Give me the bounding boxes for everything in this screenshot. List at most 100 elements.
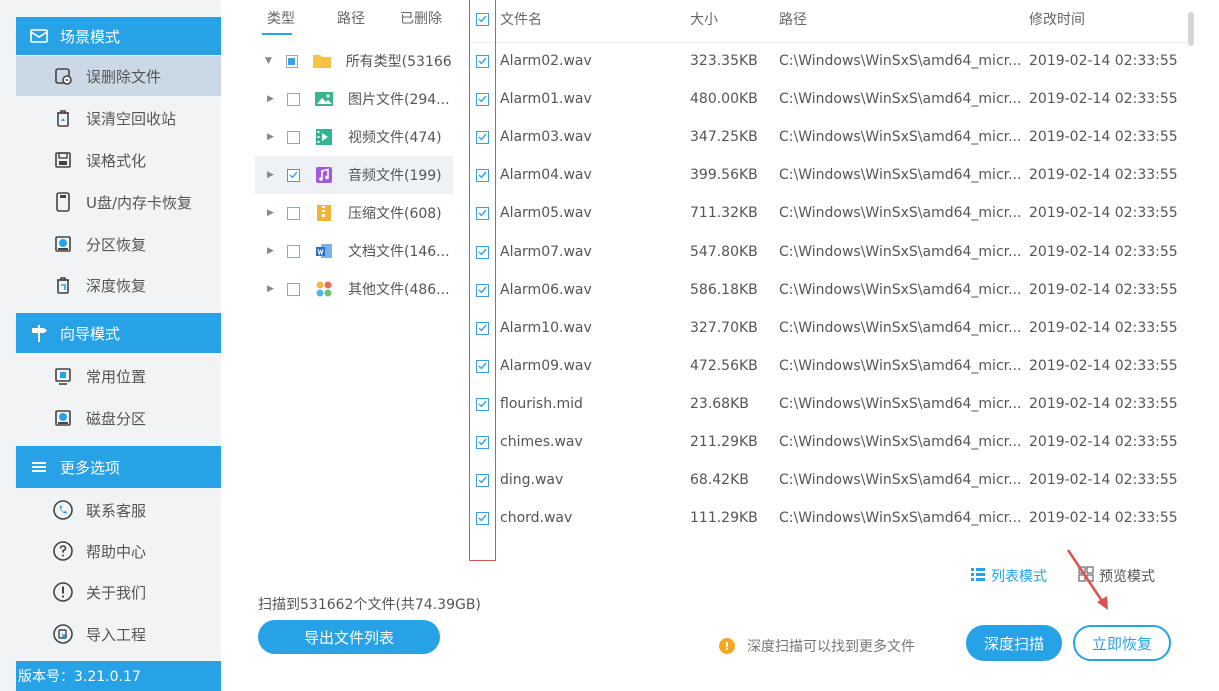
sidebar-item-deep-recovery[interactable]: 深度恢复 bbox=[16, 265, 221, 305]
file-modified: 2019-02-14 02:33:55 bbox=[1029, 510, 1178, 526]
column-header-path[interactable]: 路径 bbox=[779, 8, 807, 30]
sidebar-item-import-project[interactable]: 导入工程 bbox=[16, 614, 221, 654]
file-path: C:\Windows\WinSxS\amd64_micr... bbox=[779, 205, 1022, 221]
expand-arrow-icon[interactable]: ▶ bbox=[267, 94, 279, 104]
sidebar-item-label: U盘/内存卡恢复 bbox=[86, 193, 193, 212]
menu-icon bbox=[28, 456, 50, 478]
expand-arrow-icon[interactable]: ▶ bbox=[267, 132, 279, 142]
table-row[interactable]: Alarm07.wav 547.80KB C:\Windows\WinSxS\amd… bbox=[470, 233, 1180, 271]
section-header-guide-mode[interactable]: 向导模式 bbox=[16, 313, 221, 353]
expand-arrow-icon[interactable]: ▶ bbox=[267, 170, 279, 180]
file-size: 711.32KB bbox=[690, 205, 758, 221]
file-size: 111.29KB bbox=[690, 510, 758, 526]
file-path: C:\Windows\WinSxS\amd64_micr... bbox=[779, 358, 1022, 374]
sidebar-item-help-center[interactable]: 帮助中心 bbox=[16, 531, 221, 571]
recover-now-button[interactable]: 立即恢复 bbox=[1073, 625, 1171, 661]
sidebar-item-disk-partition[interactable]: 磁盘分区 bbox=[16, 398, 221, 438]
table-row[interactable]: Alarm02.wav 323.35KB C:\Windows\WinSxS\amd… bbox=[470, 42, 1180, 80]
table-row[interactable]: flourish.mid 23.68KB C:\Windows\WinSxS\amd… bbox=[470, 385, 1180, 423]
tree-item-documents[interactable]: ▶ 文档文件(146... bbox=[255, 232, 453, 270]
column-header-modified[interactable]: 修改时间 bbox=[1029, 8, 1085, 30]
sidebar-item-label: 联系客服 bbox=[86, 501, 147, 520]
tree-item-other[interactable]: ▶ 其他文件(486... bbox=[255, 270, 453, 308]
table-row[interactable]: Alarm06.wav 586.18KB C:\Windows\WinSxS\amd… bbox=[470, 271, 1180, 309]
sidebar-item-contact-support[interactable]: 联系客服 bbox=[16, 490, 221, 530]
file-path: C:\Windows\WinSxS\amd64_micr... bbox=[779, 434, 1022, 450]
section-title: 向导模式 bbox=[60, 324, 121, 343]
file-path: C:\Windows\WinSxS\amd64_micr... bbox=[779, 91, 1022, 107]
deleted-file-icon bbox=[52, 65, 74, 87]
sidebar-item-label: 分区恢复 bbox=[86, 235, 147, 254]
table-row[interactable]: Alarm05.wav 711.32KB C:\Windows\WinSxS\amd… bbox=[470, 194, 1180, 232]
tree-item-audio[interactable]: ▶ 音频文件(199) bbox=[255, 156, 453, 194]
tree-checkbox[interactable] bbox=[287, 206, 300, 220]
signpost-icon bbox=[28, 322, 50, 344]
table-row[interactable]: Alarm09.wav 472.56KB C:\Windows\WinSxS\amd… bbox=[470, 347, 1180, 385]
tab-type[interactable]: 类型 bbox=[267, 8, 295, 32]
sidebar-item-common-locations[interactable]: 常用位置 bbox=[16, 356, 221, 396]
expand-arrow-icon[interactable]: ▶ bbox=[267, 246, 279, 256]
table-row[interactable]: Alarm10.wav 327.70KB C:\Windows\WinSxS\amd… bbox=[470, 309, 1180, 347]
sidebar-item-deleted-files[interactable]: 误删除文件 bbox=[16, 56, 221, 96]
tree-item-label: 音频文件(199) bbox=[348, 168, 442, 184]
sidebar-item-format[interactable]: 误格式化 bbox=[16, 140, 221, 180]
expand-arrow-icon[interactable]: ▼ bbox=[265, 56, 276, 66]
tab-deleted[interactable]: 已删除 bbox=[400, 8, 442, 32]
format-icon bbox=[52, 149, 74, 171]
tree-item-label: 文档文件(146... bbox=[348, 244, 450, 260]
tree-checkbox[interactable] bbox=[287, 244, 300, 258]
column-header-name[interactable]: 文件名 bbox=[500, 8, 542, 30]
file-name: Alarm07.wav bbox=[500, 244, 592, 260]
file-path: C:\Windows\WinSxS\amd64_micr... bbox=[779, 472, 1022, 488]
table-row[interactable]: Alarm01.wav 480.00KB C:\Windows\WinSxS\amd… bbox=[470, 80, 1180, 118]
file-name: Alarm03.wav bbox=[500, 129, 592, 145]
file-name: Alarm09.wav bbox=[500, 358, 592, 374]
file-path: C:\Windows\WinSxS\amd64_micr... bbox=[779, 244, 1022, 260]
tree-item-label: 视频文件(474) bbox=[348, 130, 442, 146]
file-path: C:\Windows\WinSxS\amd64_micr... bbox=[779, 167, 1022, 183]
table-row[interactable]: Alarm03.wav 347.25KB C:\Windows\WinSxS\amd… bbox=[470, 118, 1180, 156]
section-title: 场景模式 bbox=[60, 27, 121, 46]
table-row[interactable]: chord.wav 111.29KB C:\Windows\WinSxS\amd64… bbox=[470, 499, 1180, 537]
section-header-scene-mode[interactable]: 场景模式 bbox=[16, 17, 221, 55]
tree-item-videos[interactable]: ▶ 视频文件(474) bbox=[255, 118, 453, 156]
partition-icon bbox=[52, 233, 74, 255]
tab-path[interactable]: 路径 bbox=[337, 8, 365, 32]
file-size: 399.56KB bbox=[690, 167, 758, 183]
sidebar-item-label: 深度恢复 bbox=[86, 276, 147, 295]
tree-checkbox[interactable] bbox=[287, 130, 300, 144]
export-file-list-button[interactable]: 导出文件列表 bbox=[258, 620, 440, 654]
tree-checkbox[interactable] bbox=[287, 92, 300, 106]
sidebar-item-partition-recovery[interactable]: 分区恢复 bbox=[16, 224, 221, 264]
expand-arrow-icon[interactable]: ▶ bbox=[267, 284, 279, 294]
sidebar-item-about-us[interactable]: 关于我们 bbox=[16, 572, 221, 612]
file-name: chord.wav bbox=[500, 510, 573, 526]
file-size: 323.35KB bbox=[690, 53, 758, 69]
table-row[interactable]: Alarm04.wav 399.56KB C:\Windows\WinSxS\amd… bbox=[470, 156, 1180, 194]
file-size: 211.29KB bbox=[690, 434, 758, 450]
sidebar-item-label: 关于我们 bbox=[86, 583, 147, 602]
deep-scan-button[interactable]: 深度扫描 bbox=[966, 625, 1062, 661]
list-mode-button[interactable]: 列表模式 bbox=[970, 566, 1047, 586]
tree-item-images[interactable]: ▶ 图片文件(294... bbox=[255, 80, 453, 118]
file-size: 23.68KB bbox=[690, 396, 749, 412]
folder-icon bbox=[312, 52, 332, 70]
tree-checkbox[interactable] bbox=[287, 168, 300, 182]
tree-item-archives[interactable]: ▶ 压缩文件(608) bbox=[255, 194, 453, 232]
file-name: Alarm04.wav bbox=[500, 167, 592, 183]
sidebar-item-recycle-bin[interactable]: 误清空回收站 bbox=[16, 98, 221, 138]
section-header-more-options[interactable]: 更多选项 bbox=[16, 446, 221, 488]
file-modified: 2019-02-14 02:33:55 bbox=[1029, 320, 1178, 336]
sidebar-item-label: 导入工程 bbox=[86, 625, 147, 644]
table-row[interactable]: ding.wav 68.42KB C:\Windows\WinSxS\amd64_m… bbox=[470, 461, 1180, 499]
file-path: C:\Windows\WinSxS\amd64_micr... bbox=[779, 510, 1022, 526]
table-row[interactable]: chimes.wav 211.29KB C:\Windows\WinSxS\amd6… bbox=[470, 423, 1180, 461]
tree-checkbox[interactable] bbox=[285, 54, 298, 68]
vertical-scrollbar[interactable] bbox=[1188, 12, 1194, 46]
tree-checkbox[interactable] bbox=[287, 282, 300, 296]
sidebar-item-usb-recovery[interactable]: U盘/内存卡恢复 bbox=[16, 182, 221, 222]
deep-scan-tip: ! 深度扫描可以找到更多文件 bbox=[719, 636, 915, 656]
column-header-size[interactable]: 大小 bbox=[690, 8, 718, 30]
tree-item-all-types[interactable]: ▼ 所有类型(53166... bbox=[255, 42, 453, 80]
expand-arrow-icon[interactable]: ▶ bbox=[267, 208, 279, 218]
